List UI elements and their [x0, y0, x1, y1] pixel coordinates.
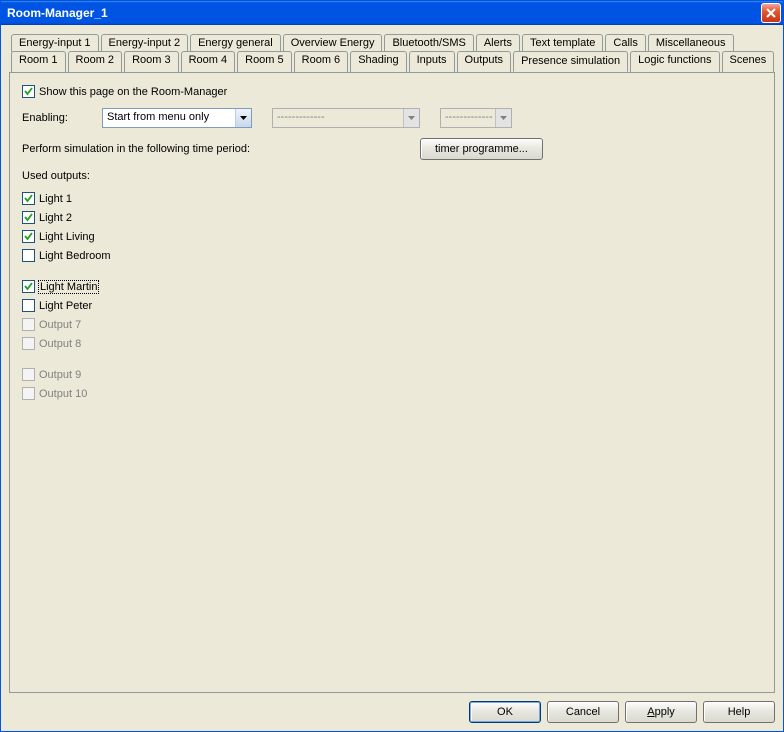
tab-row-2: Room 1Room 2Room 3Room 4Room 5Room 6Shad… — [9, 51, 775, 72]
tab-room-5[interactable]: Room 5 — [237, 51, 292, 72]
tab-room-6[interactable]: Room 6 — [294, 51, 349, 72]
tab-room-3[interactable]: Room 3 — [124, 51, 179, 72]
output-label: Light Martin — [39, 281, 98, 293]
tab-room-2[interactable]: Room 2 — [68, 51, 123, 72]
tab-shading[interactable]: Shading — [350, 51, 406, 72]
checkbox-box — [22, 337, 35, 350]
checkbox-box — [22, 299, 35, 312]
output-checkbox: Output 10 — [22, 387, 762, 400]
output-checkbox[interactable]: Light Peter — [22, 299, 762, 312]
checkbox-box — [22, 387, 35, 400]
tab-logic-functions[interactable]: Logic functions — [630, 51, 719, 72]
output-checkbox: Output 8 — [22, 337, 762, 350]
enabling-combo[interactable]: Start from menu only — [102, 108, 252, 128]
tab-energy-input-2[interactable]: Energy-input 2 — [101, 34, 189, 52]
tab-energy-general[interactable]: Energy general — [190, 34, 281, 52]
checkbox-box — [22, 192, 35, 205]
checkbox-box — [22, 85, 35, 98]
enabling-combo-3-value: ------------- — [441, 109, 495, 127]
chevron-down-icon — [235, 109, 251, 127]
client-area: Energy-input 1Energy-input 2Energy gener… — [1, 25, 783, 731]
tab-scenes[interactable]: Scenes — [722, 51, 775, 72]
outputs-list: Light 1 Light 2 Light Living Light Bedroom L… — [22, 192, 762, 400]
output-label: Output 7 — [39, 319, 81, 331]
output-label: Light 2 — [39, 212, 72, 224]
perform-label: Perform simulation in the following time… — [22, 143, 420, 155]
output-checkbox[interactable]: Light Bedroom — [22, 249, 762, 262]
output-label: Output 9 — [39, 369, 81, 381]
chevron-down-icon — [495, 109, 511, 127]
close-button[interactable] — [761, 3, 781, 23]
output-label: Output 8 — [39, 338, 81, 350]
output-checkbox[interactable]: Light 2 — [22, 211, 762, 224]
output-label: Light 1 — [39, 193, 72, 205]
output-checkbox: Output 7 — [22, 318, 762, 331]
tab-presence-simulation[interactable]: Presence simulation — [513, 51, 628, 72]
main-window: Room-Manager_1 Energy-input 1Energy-inpu… — [0, 0, 784, 732]
tab-inputs[interactable]: Inputs — [409, 51, 455, 72]
timer-programme-button[interactable]: timer programme... — [420, 138, 543, 160]
enabling-combo-2-value: ------------- — [273, 109, 403, 127]
ok-button[interactable]: OK — [469, 701, 541, 723]
button-bar: OK Cancel Apply Help — [9, 693, 775, 723]
tab-room-1[interactable]: Room 1 — [11, 51, 66, 72]
tab-bluetooth-sms[interactable]: Bluetooth/SMS — [384, 34, 473, 52]
output-label: Light Bedroom — [39, 250, 111, 262]
tab-room-4[interactable]: Room 4 — [181, 51, 236, 72]
show-page-checkbox[interactable]: Show this page on the Room-Manager — [22, 85, 227, 98]
enabling-value: Start from menu only — [103, 109, 235, 127]
tab-alerts[interactable]: Alerts — [476, 34, 520, 52]
tab-energy-input-1[interactable]: Energy-input 1 — [11, 34, 99, 52]
checkbox-box — [22, 280, 35, 293]
titlebar: Room-Manager_1 — [1, 1, 783, 25]
show-page-label: Show this page on the Room-Manager — [39, 86, 227, 98]
tab-row-1: Energy-input 1Energy-input 2Energy gener… — [9, 33, 775, 51]
output-checkbox: Output 9 — [22, 368, 762, 381]
tab-panel: Show this page on the Room-Manager Enabl… — [9, 72, 775, 693]
checkbox-box — [22, 318, 35, 331]
output-label: Output 10 — [39, 388, 87, 400]
output-checkbox[interactable]: Light Living — [22, 230, 762, 243]
window-title: Room-Manager_1 — [7, 6, 108, 20]
help-button[interactable]: Help — [703, 701, 775, 723]
tab-strip: Energy-input 1Energy-input 2Energy gener… — [9, 33, 775, 72]
enabling-label: Enabling: — [22, 112, 82, 124]
output-label: Light Peter — [39, 300, 92, 312]
tab-calls[interactable]: Calls — [605, 34, 645, 52]
apply-button[interactable]: Apply — [625, 701, 697, 723]
output-label: Light Living — [39, 231, 95, 243]
tab-miscellaneous[interactable]: Miscellaneous — [648, 34, 734, 52]
enabling-combo-2: ------------- — [272, 108, 420, 128]
tab-overview-energy[interactable]: Overview Energy — [283, 34, 383, 52]
tab-text-template[interactable]: Text template — [522, 34, 603, 52]
checkbox-box — [22, 368, 35, 381]
enabling-combo-3: ------------- — [440, 108, 512, 128]
used-outputs-label: Used outputs: — [22, 170, 90, 182]
checkbox-box — [22, 249, 35, 262]
close-icon — [766, 8, 776, 18]
chevron-down-icon — [403, 109, 419, 127]
tab-outputs[interactable]: Outputs — [457, 51, 512, 72]
checkbox-box — [22, 211, 35, 224]
output-checkbox[interactable]: Light 1 — [22, 192, 762, 205]
output-checkbox[interactable]: Light Martin — [22, 280, 762, 293]
checkbox-box — [22, 230, 35, 243]
cancel-button[interactable]: Cancel — [547, 701, 619, 723]
